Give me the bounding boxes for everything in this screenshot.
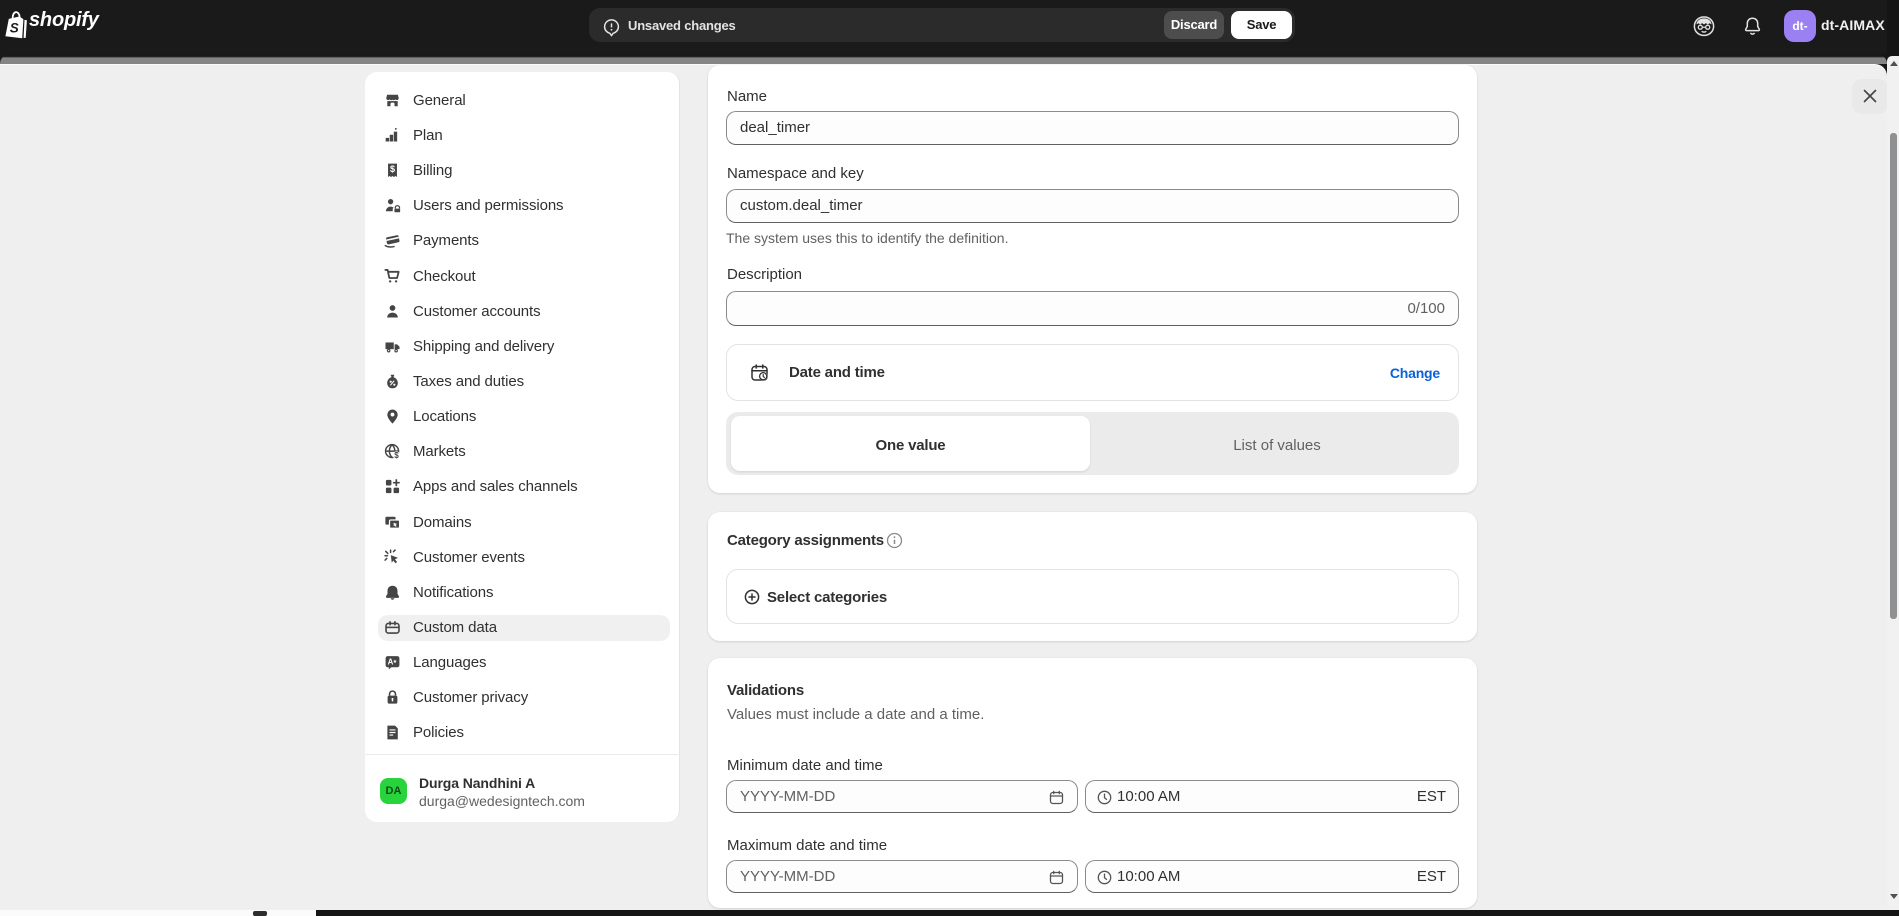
svg-text:S: S [10,21,19,36]
svg-text:A: A [388,658,394,667]
svg-text:$: $ [390,164,395,174]
svg-text:$: $ [394,451,399,460]
